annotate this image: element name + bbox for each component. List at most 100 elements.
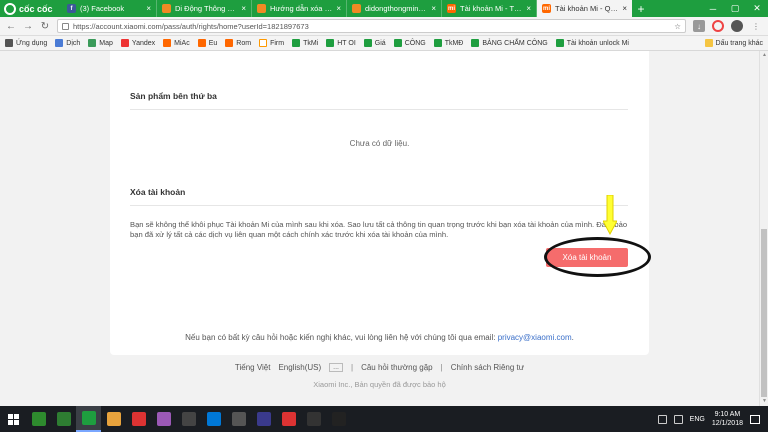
taskbar-app[interactable] — [151, 406, 176, 432]
lang-more-button[interactable]: ... — [329, 363, 343, 372]
coccoc-brand[interactable]: cốc cốc — [0, 0, 62, 17]
taskbar-app-icon — [331, 412, 346, 426]
bookmark-item[interactable]: Giá — [363, 39, 386, 47]
reload-icon[interactable]: ↻ — [40, 21, 50, 32]
scroll-up-icon[interactable]: ▲ — [760, 51, 768, 60]
bookmark-map-icon — [88, 39, 97, 47]
bookmark-item[interactable]: Eu — [197, 39, 218, 47]
tab-close-icon[interactable]: × — [431, 4, 436, 13]
bookmark-item[interactable]: Tài khoản unlock Mi — [555, 39, 629, 47]
browser-tab[interactable]: mi Tài khoản Mi - Thông× — [442, 0, 537, 17]
taskbar-app[interactable] — [26, 406, 51, 432]
start-button[interactable] — [0, 406, 26, 432]
scroll-down-icon[interactable]: ▼ — [760, 397, 768, 406]
lang-english[interactable]: English(US) — [278, 363, 321, 372]
tab-title: Tài khoản Mi - Thông — [460, 4, 523, 13]
other-bookmarks[interactable]: Dấu trang khác — [704, 39, 763, 47]
taskbar-app-icon — [306, 412, 321, 426]
tab-close-icon[interactable]: × — [146, 4, 151, 13]
menu-icon[interactable]: ⋮ — [750, 20, 762, 32]
address-bar[interactable]: https://account.xiaomi.com/pass/auth/rig… — [57, 19, 686, 33]
bookmark-star-icon[interactable]: ☆ — [674, 22, 681, 31]
privacy-link[interactable]: Chính sách Riêng tư — [451, 363, 524, 372]
faq-link[interactable]: Câu hỏi thường gặp — [361, 363, 433, 372]
browser-tab[interactable]: mi Tài khoản Mi - Quyền× — [537, 0, 632, 17]
taskbar-app-icon — [131, 412, 146, 426]
contact-email-link[interactable]: privacy@xiaomi.com — [498, 333, 572, 342]
browser-tab[interactable]: Hướng dẫn xóa vĩnh × — [252, 0, 347, 17]
taskbar-app[interactable] — [101, 406, 126, 432]
download-icon[interactable]: ↓ — [693, 20, 705, 32]
bookmark-item[interactable]: TkMi — [292, 39, 318, 47]
bookmark-item[interactable]: Firm — [259, 39, 284, 47]
input-language[interactable]: ENG — [690, 416, 705, 423]
browser-tab[interactable]: didongthongminh.vn × — [347, 0, 442, 17]
close-window-icon[interactable]: ✕ — [746, 0, 768, 17]
page-scrollbar[interactable]: ▲ ▼ — [759, 51, 768, 406]
bookmark-label: Rom — [236, 39, 252, 47]
bookmark-item[interactable]: Dịch — [55, 39, 80, 47]
taskbar-app-icon — [281, 412, 296, 426]
taskbar-app[interactable] — [326, 406, 351, 432]
bookmark-item[interactable]: Ứng dụng — [5, 39, 47, 47]
taskbar-app[interactable] — [276, 406, 301, 432]
taskbar-app[interactable] — [251, 406, 276, 432]
taskbar-app[interactable] — [51, 406, 76, 432]
lock-icon — [62, 22, 69, 30]
system-tray: ENG 9:10 AM 12/1/2018 — [657, 410, 768, 428]
taskbar-app[interactable] — [301, 406, 326, 432]
tab-favicon-icon — [162, 4, 171, 13]
extension-icon[interactable] — [712, 20, 724, 32]
lang-current[interactable]: Tiếng Việt — [235, 363, 271, 372]
footer-divider: | — [351, 363, 354, 372]
taskbar-app-icon — [56, 412, 71, 426]
clock[interactable]: 9:10 AM 12/1/2018 — [712, 410, 743, 428]
tab-title: (3) Facebook — [80, 4, 125, 13]
brand-label: cốc cốc — [19, 3, 53, 14]
bookmark-grid-icon — [5, 39, 13, 47]
user-avatar-icon[interactable] — [731, 20, 743, 32]
bookmark-label: TkMĐ — [444, 39, 464, 47]
taskbar-app[interactable] — [76, 406, 101, 432]
taskbar-app-icon — [31, 412, 46, 426]
bookmark-item[interactable]: Rom — [225, 39, 251, 47]
bookmark-label: HT OI — [337, 39, 356, 47]
bookmark-item[interactable]: Yandex — [120, 39, 155, 47]
bookmark-item[interactable]: MiAc — [163, 39, 190, 47]
tab-close-icon[interactable]: × — [336, 4, 341, 13]
taskbar-app[interactable] — [226, 406, 251, 432]
browser-tab[interactable]: Di Động Thông Minh × — [157, 0, 252, 17]
network-icon[interactable] — [657, 414, 667, 424]
back-icon[interactable]: ← — [6, 21, 16, 32]
taskbar-app[interactable] — [201, 406, 226, 432]
divider — [130, 205, 628, 206]
minimize-icon[interactable]: ─ — [702, 0, 724, 17]
new-tab-button[interactable]: + — [632, 0, 650, 17]
taskbar-app[interactable] — [176, 406, 201, 432]
tab-close-icon[interactable]: × — [241, 4, 246, 13]
delete-account-button[interactable]: Xóa tài khoản — [546, 248, 628, 267]
tab-close-icon[interactable]: × — [622, 4, 627, 13]
bookmark-item[interactable]: HT OI — [326, 39, 356, 47]
coccoc-logo-icon — [4, 2, 16, 15]
tab-close-icon[interactable]: × — [526, 4, 531, 13]
scroll-thumb[interactable] — [761, 229, 767, 397]
forward-icon[interactable]: → — [23, 21, 33, 32]
bookmark-label: Eu — [208, 39, 218, 47]
bookmark-item[interactable]: BẢNG CHẤM CÔNG — [471, 39, 548, 47]
bookmark-label: MiAc — [174, 39, 190, 47]
taskbar-app-icon — [206, 412, 221, 426]
maximize-icon[interactable]: ▢ — [724, 0, 746, 17]
bookmark-mi-icon — [197, 39, 206, 47]
tab-favicon-icon: f — [67, 4, 76, 13]
notifications-icon[interactable] — [750, 414, 760, 424]
bookmark-item[interactable]: CÔNG — [393, 39, 426, 47]
taskbar-app[interactable] — [126, 406, 151, 432]
bookmark-item[interactable]: TkMĐ — [433, 39, 464, 47]
browser-tab[interactable]: f (3) Facebook × — [62, 0, 157, 17]
bookmark-doc-icon — [55, 39, 64, 47]
bookmark-item[interactable]: Map — [88, 39, 113, 47]
bookmark-label: Giá — [374, 39, 386, 47]
taskbar-app-icon — [156, 412, 171, 426]
volume-icon[interactable] — [673, 414, 683, 424]
